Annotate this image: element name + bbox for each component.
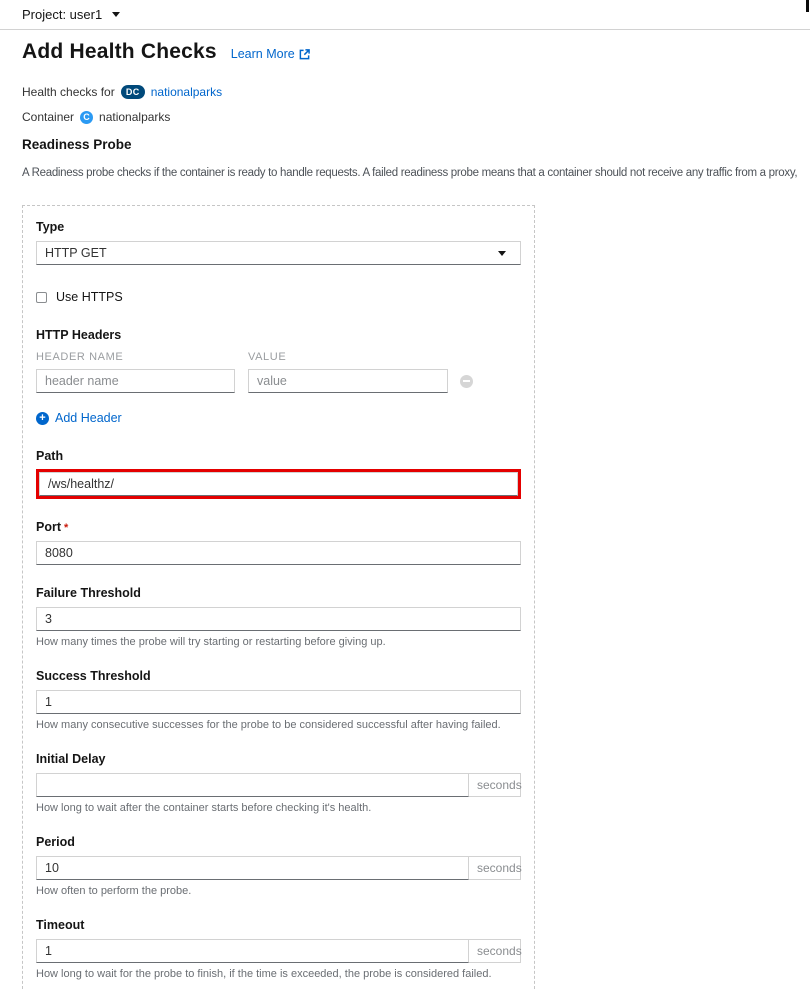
add-header-button[interactable]: + Add Header — [36, 411, 521, 425]
path-label: Path — [36, 449, 521, 463]
timeout-input[interactable] — [36, 939, 469, 963]
period-input[interactable] — [36, 856, 469, 880]
timeout-help: How long to wait for the probe to finish… — [36, 968, 521, 980]
deployment-config-link[interactable]: nationalparks — [151, 85, 222, 99]
period-label: Period — [36, 835, 521, 849]
success-threshold-label: Success Threshold — [36, 669, 521, 683]
container-name: nationalparks — [99, 110, 170, 124]
project-selector-label: Project: user1 — [22, 7, 102, 22]
readiness-probe-form-card: Type HTTP GET Use HTTPS HTTP Headers HEA… — [22, 205, 535, 990]
plus-circle-icon: + — [36, 412, 49, 425]
type-label: Type — [36, 220, 521, 234]
chevron-down-icon — [498, 251, 506, 256]
external-link-icon — [299, 49, 310, 60]
period-group: Period seconds How often to perform the … — [36, 835, 521, 897]
failure-threshold-input[interactable] — [36, 607, 521, 631]
failure-threshold-group: Failure Threshold How many times the pro… — [36, 586, 521, 648]
failure-threshold-help: How many times the probe will try starti… — [36, 636, 521, 648]
seconds-addon: seconds — [469, 939, 521, 963]
type-group: Type HTTP GET — [36, 220, 521, 265]
port-input[interactable] — [36, 541, 521, 565]
initial-delay-input[interactable] — [36, 773, 469, 797]
success-threshold-help: How many consecutive successes for the p… — [36, 719, 521, 731]
timeout-label: Timeout — [36, 918, 521, 932]
http-headers-group: HTTP Headers HEADER NAME VALUE + Add Hea… — [36, 328, 521, 425]
main-content: Add Health Checks Learn More Health chec… — [0, 40, 810, 990]
remove-header-icon[interactable] — [460, 375, 473, 388]
port-label: Port* — [36, 520, 521, 534]
path-input-annotation-box — [36, 469, 521, 499]
port-group: Port* — [36, 520, 521, 565]
deployment-config-badge: DC — [121, 85, 145, 99]
required-asterisk: * — [64, 522, 68, 534]
page-head: Add Health Checks Learn More — [22, 40, 798, 64]
failure-threshold-label: Failure Threshold — [36, 586, 521, 600]
header-name-column-label: HEADER NAME — [36, 351, 235, 363]
initial-delay-label: Initial Delay — [36, 752, 521, 766]
initial-delay-help: How long to wait after the container sta… — [36, 802, 521, 814]
chevron-down-icon — [112, 12, 120, 17]
health-checks-for-row: Health checks for DC nationalparks — [22, 85, 798, 99]
header-column-labels: HEADER NAME VALUE — [36, 351, 521, 363]
header-value-input[interactable] — [248, 369, 448, 393]
readiness-probe-description: A Readiness probe checks if the containe… — [22, 167, 798, 179]
timeout-group: Timeout seconds How long to wait for the… — [36, 918, 521, 980]
http-headers-label: HTTP Headers — [36, 328, 521, 342]
learn-more-label: Learn More — [231, 47, 295, 61]
project-selector[interactable]: Project: user1 — [22, 7, 120, 22]
use-https-group: Use HTTPS — [36, 290, 521, 304]
initial-delay-group: Initial Delay seconds How long to wait a… — [36, 752, 521, 814]
top-bar: Project: user1 — [0, 0, 810, 30]
learn-more-link[interactable]: Learn More — [231, 47, 310, 61]
success-threshold-group: Success Threshold How many consecutive s… — [36, 669, 521, 731]
path-group: Path — [36, 449, 521, 499]
path-input[interactable] — [39, 472, 518, 496]
timeout-input-group: seconds — [36, 939, 521, 963]
add-header-label: Add Header — [55, 411, 122, 425]
use-https-label: Use HTTPS — [56, 290, 123, 304]
period-help: How often to perform the probe. — [36, 885, 521, 897]
success-threshold-input[interactable] — [36, 690, 521, 714]
header-name-input[interactable] — [36, 369, 235, 393]
period-input-group: seconds — [36, 856, 521, 880]
value-column-label: VALUE — [248, 351, 286, 363]
page-title: Add Health Checks — [22, 40, 217, 64]
probe-type-select[interactable]: HTTP GET — [36, 241, 521, 265]
container-row: Container C nationalparks — [22, 110, 798, 124]
container-label: Container — [22, 110, 74, 124]
scrollbar-fragment — [806, 0, 809, 12]
initial-delay-input-group: seconds — [36, 773, 521, 797]
seconds-addon: seconds — [469, 856, 521, 880]
readiness-probe-heading: Readiness Probe — [22, 137, 798, 152]
resource-context: Health checks for DC nationalparks Conta… — [22, 85, 798, 124]
seconds-addon: seconds — [469, 773, 521, 797]
probe-type-selected-value: HTTP GET — [45, 246, 107, 260]
use-https-checkbox[interactable] — [36, 292, 47, 303]
container-badge: C — [80, 111, 93, 124]
header-input-row — [36, 369, 521, 393]
health-checks-for-label: Health checks for — [22, 85, 115, 99]
